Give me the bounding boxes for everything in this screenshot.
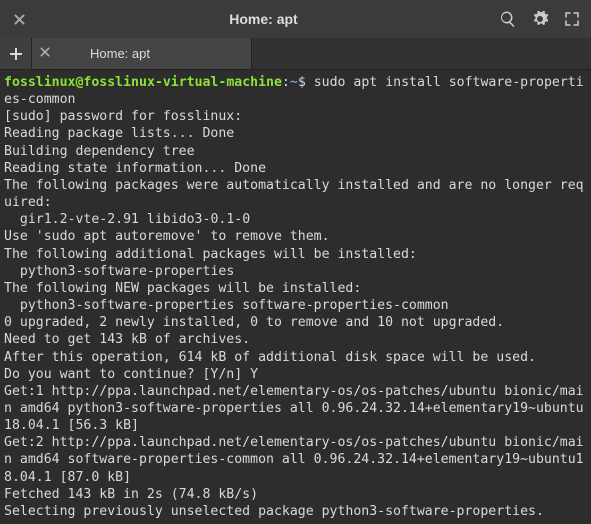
output-line: Get:2 http://ppa.launchpad.net/elementar… — [4, 435, 584, 484]
output-line: Need to get 143 kB of archives. — [4, 332, 250, 347]
output-line: 0 upgraded, 2 newly installed, 0 to remo… — [4, 315, 504, 330]
output-line: Use 'sudo apt autoremove' to remove them… — [4, 229, 330, 244]
prompt-colon: : — [282, 75, 290, 90]
output-line: [sudo] password for fosslinux: — [4, 109, 242, 124]
prompt-path: ~ — [290, 75, 298, 90]
tab-home-apt[interactable]: Home: apt — [32, 38, 252, 69]
close-icon — [40, 47, 50, 57]
window-title: Home: apt — [28, 11, 499, 27]
output-line: Selecting previously unselected package … — [4, 504, 544, 519]
maximize-icon[interactable] — [563, 10, 581, 28]
output-line: Reading state information... Done — [4, 161, 266, 176]
titlebar-actions — [499, 10, 581, 28]
output-line: python3-software-properties — [4, 264, 234, 279]
tab-label: Home: apt — [90, 46, 150, 61]
output-line: Reading package lists... Done — [4, 126, 234, 141]
prompt-symbol: $ — [298, 75, 306, 90]
close-icon — [14, 14, 25, 25]
search-icon[interactable] — [499, 10, 517, 28]
output-line: gir1.2-vte-2.91 libido3-0.1-0 — [4, 212, 250, 227]
output-line: Get:1 http://ppa.launchpad.net/elementar… — [4, 384, 584, 433]
plus-icon — [10, 48, 22, 60]
new-tab-button[interactable] — [0, 38, 32, 69]
output-line: Do you want to continue? [Y/n] Y — [4, 367, 258, 382]
prompt-host: fosslinux-virtual-machine — [83, 75, 282, 90]
gear-icon[interactable] — [531, 10, 549, 28]
prompt-user: fosslinux — [4, 75, 75, 90]
tab-close-button[interactable] — [40, 46, 50, 61]
terminal-output[interactable]: fosslinux@fosslinux-virtual-machine:~$ s… — [0, 70, 591, 524]
output-line: The following additional packages will b… — [4, 247, 417, 262]
output-line: python3-software-properties software-pro… — [4, 298, 449, 313]
output-line: Building dependency tree — [4, 144, 195, 159]
window-close-button[interactable] — [10, 10, 28, 28]
output-line: The following packages were automaticall… — [4, 178, 584, 210]
tab-bar: Home: apt — [0, 38, 591, 70]
titlebar: Home: apt — [0, 0, 591, 38]
output-line: After this operation, 614 kB of addition… — [4, 350, 536, 365]
output-line: Fetched 143 kB in 2s (74.8 kB/s) — [4, 487, 258, 502]
output-line: The following NEW packages will be insta… — [4, 281, 361, 296]
